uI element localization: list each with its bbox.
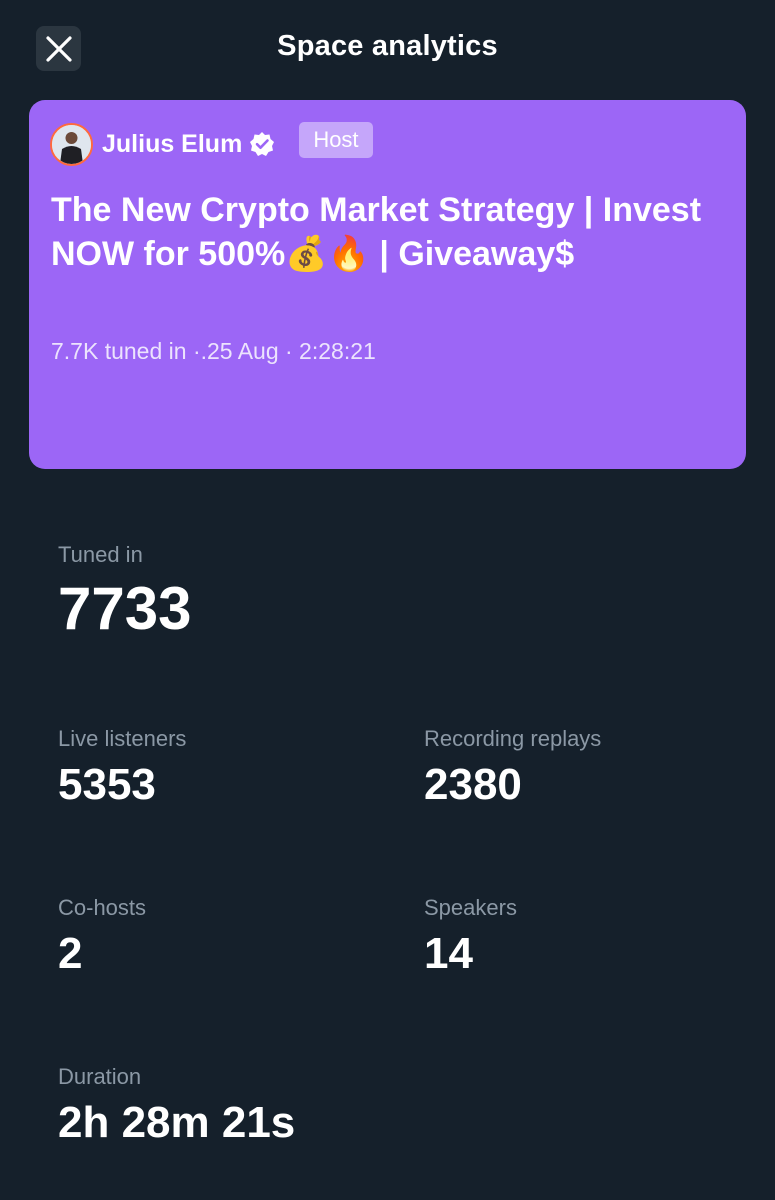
stat-duration: Duration 2h 28m 21s [58,1064,295,1148]
stat-recording-replays: Recording replays 2380 [424,726,601,810]
space-title: The New Crypto Market Strategy | Invest … [51,191,702,273]
verified-badge-icon [249,131,275,157]
host-name[interactable]: Julius Elum [102,130,242,159]
space-meta: 7.7K tuned in ·.25 Aug · 2:28:21 [51,338,376,364]
stat-value: 5353 [58,760,156,809]
top-bar: Space analytics [0,0,775,100]
stat-value: 14 [424,929,473,978]
avatar[interactable] [50,122,93,166]
stat-speakers: Speakers 14 [424,895,517,979]
stat-label: Duration [58,1064,142,1089]
stat-value: 7733 [58,575,192,642]
stat-label: Speakers [424,895,517,920]
stat-value: 2h 28m 21s [58,1098,296,1147]
stat-label: Recording replays [424,726,602,751]
stat-label: Tuned in [58,542,143,567]
space-card[interactable]: Julius Elum Host The New Crypto Market S… [29,100,746,469]
stat-label: Live listeners [58,726,187,751]
stat-label: Co-hosts [58,895,147,920]
page-title: Space analytics [277,30,498,62]
stat-tuned-in: Tuned in 7733 [58,542,191,643]
stat-co-hosts: Co-hosts 2 [58,895,146,979]
stat-live-listeners: Live listeners 5353 [58,726,186,810]
host-badge: Host [299,122,373,158]
stat-value: 2 [58,929,83,978]
host-row: Julius Elum Host [50,122,373,166]
stat-value: 2380 [424,760,522,809]
